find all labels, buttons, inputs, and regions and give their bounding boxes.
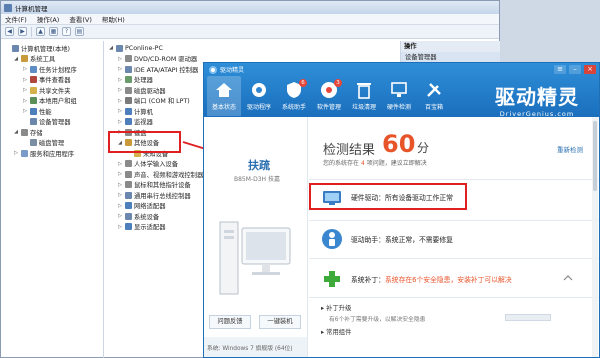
hardware-status: 所有设备驱动工作正常 bbox=[384, 194, 453, 202]
nav-gear[interactable]: 驱动程序 bbox=[242, 76, 276, 116]
os-info: 系统: Windows 7 旗舰版 (64位) bbox=[204, 337, 307, 357]
monitor-icon bbox=[391, 82, 407, 97]
hardware-driver-row[interactable]: 硬件驱动：所有设备驱动工作正常 bbox=[321, 186, 453, 208]
pc-model: B85M-D3H 技嘉 bbox=[234, 176, 280, 183]
nav-shield[interactable]: 系统助手 6 bbox=[277, 76, 311, 116]
nav-label: 软件管理 bbox=[316, 104, 341, 111]
gear-icon bbox=[252, 83, 266, 97]
nav-label: 驱动程序 bbox=[246, 104, 271, 111]
nav-label: 基本状态 bbox=[211, 104, 236, 111]
chevron-up-icon[interactable] bbox=[563, 274, 573, 282]
patch-upgrade-desc: 有6个补丁需要升级，以解决安全隐患 bbox=[329, 317, 426, 323]
result-score: 60 bbox=[382, 130, 416, 158]
main-nav: 基本状态 驱动程序 系统助手 6 软件管理 3 垃圾清理 硬件检测 百宝箱 bbox=[207, 76, 451, 116]
dg-window-title: 驱动精灵 bbox=[220, 67, 245, 74]
result-label: 检测结果 bbox=[323, 143, 376, 158]
nav-label: 系统助手 bbox=[281, 104, 306, 111]
system-patch-text: 系统补丁：系统存在6个安全隐患，安装补丁可以解决 bbox=[351, 274, 512, 284]
plus-icon bbox=[322, 269, 342, 289]
driver-genius-logo-icon bbox=[209, 65, 217, 74]
brand-name: 驱动精灵 bbox=[495, 85, 579, 109]
left-buttons: 问题反馈 一键装机 bbox=[209, 315, 301, 329]
dg-title: 驱动精灵 bbox=[209, 65, 244, 74]
driver-genius-window: 驱动精灵 ≡ – × 基本状态 驱动程序 系统助手 6 软件管理 3 垃圾清理 硬件检测 百宝箱… bbox=[203, 62, 600, 358]
patch-upgrade-item[interactable]: ▸ 补丁升级 bbox=[321, 303, 351, 312]
system-patch-row[interactable]: 系统补丁：系统存在6个安全隐患，安装补丁可以解决 bbox=[321, 268, 512, 290]
hardware-driver-text: 硬件驱动：所有设备驱动工作正常 bbox=[351, 192, 453, 202]
one-click-install-button[interactable]: 一键装机 bbox=[259, 315, 301, 329]
hardware-title: 硬件驱动： bbox=[351, 194, 385, 202]
window-controls: ≡ – × bbox=[554, 65, 596, 74]
patch-upgrade-label: 补丁升级 bbox=[326, 305, 352, 312]
patch-status: 系统存在6个安全隐患，安装补丁可以解决 bbox=[384, 276, 512, 284]
helper-status: 系统正常，不需要修复 bbox=[384, 236, 453, 244]
pc-info-panel: 扶疏 B85M-D3H 技嘉 问题反馈 一键装机 系统: Windows 7 旗… bbox=[204, 117, 308, 357]
patch-upgrade-progress bbox=[505, 314, 551, 321]
divider bbox=[309, 258, 599, 259]
nav-label: 垃圾清理 bbox=[351, 104, 376, 111]
hardware-driver-icon bbox=[323, 191, 341, 205]
header-bar: 驱动精灵 ≡ – × 基本状态 驱动程序 系统助手 6 软件管理 3 垃圾清理 硬件检测 百宝箱… bbox=[204, 63, 599, 118]
divider bbox=[309, 297, 599, 298]
result-unit: 分 bbox=[417, 141, 430, 155]
home-icon bbox=[216, 83, 232, 97]
minimize-icon[interactable]: – bbox=[569, 65, 581, 74]
summary-prefix: 您的系统存在 bbox=[323, 160, 360, 167]
driver-helper-text: 驱动助手：系统正常，不需要修复 bbox=[351, 234, 453, 244]
status-main: 检测结果 60 分 您的系统存在 4 项问题，建议立即解决 重新检测 硬件驱动：… bbox=[309, 117, 599, 357]
tools-icon bbox=[427, 83, 441, 97]
brand-logo: 驱动精灵 DriverGenius.com bbox=[495, 81, 579, 118]
nav-badge: 6 bbox=[299, 79, 307, 87]
divider bbox=[309, 220, 599, 221]
recheck-link[interactable]: 重新检测 bbox=[557, 144, 583, 154]
trash-icon bbox=[357, 83, 371, 99]
close-icon[interactable]: × bbox=[584, 65, 596, 74]
summary-count: 4 bbox=[360, 160, 365, 167]
computer-icon bbox=[219, 221, 291, 295]
nav-label: 百宝箱 bbox=[424, 104, 443, 111]
nav-monitor[interactable]: 硬件检测 bbox=[382, 76, 416, 116]
scrollbar[interactable] bbox=[592, 117, 598, 357]
nav-home[interactable]: 基本状态 bbox=[207, 76, 241, 116]
nav-trash[interactable]: 垃圾清理 bbox=[347, 76, 381, 116]
nav-badge: 3 bbox=[334, 79, 342, 87]
summary-suffix: 项问题，建议立即解决 bbox=[366, 160, 427, 167]
nav-software[interactable]: 软件管理 3 bbox=[312, 76, 346, 116]
menu-icon[interactable]: ≡ bbox=[554, 65, 566, 74]
divider bbox=[309, 179, 599, 180]
driver-helper-icon bbox=[322, 229, 342, 249]
result-summary: 您的系统存在 4 项问题，建议立即解决 bbox=[323, 158, 427, 167]
nav-label: 硬件检测 bbox=[386, 104, 411, 111]
pc-name: 扶疏 bbox=[248, 159, 270, 172]
helper-title: 驱动助手： bbox=[351, 236, 385, 244]
patch-title: 系统补丁： bbox=[351, 276, 385, 284]
common-components-item[interactable]: ▸ 常用组件 bbox=[321, 327, 351, 336]
common-components-label: 常用组件 bbox=[326, 329, 352, 336]
feedback-button[interactable]: 问题反馈 bbox=[209, 315, 251, 329]
nav-tools[interactable]: 百宝箱 bbox=[417, 76, 451, 116]
driver-helper-row[interactable]: 驱动助手：系统正常，不需要修复 bbox=[321, 228, 453, 250]
scrollbar-thumb[interactable] bbox=[593, 121, 597, 191]
